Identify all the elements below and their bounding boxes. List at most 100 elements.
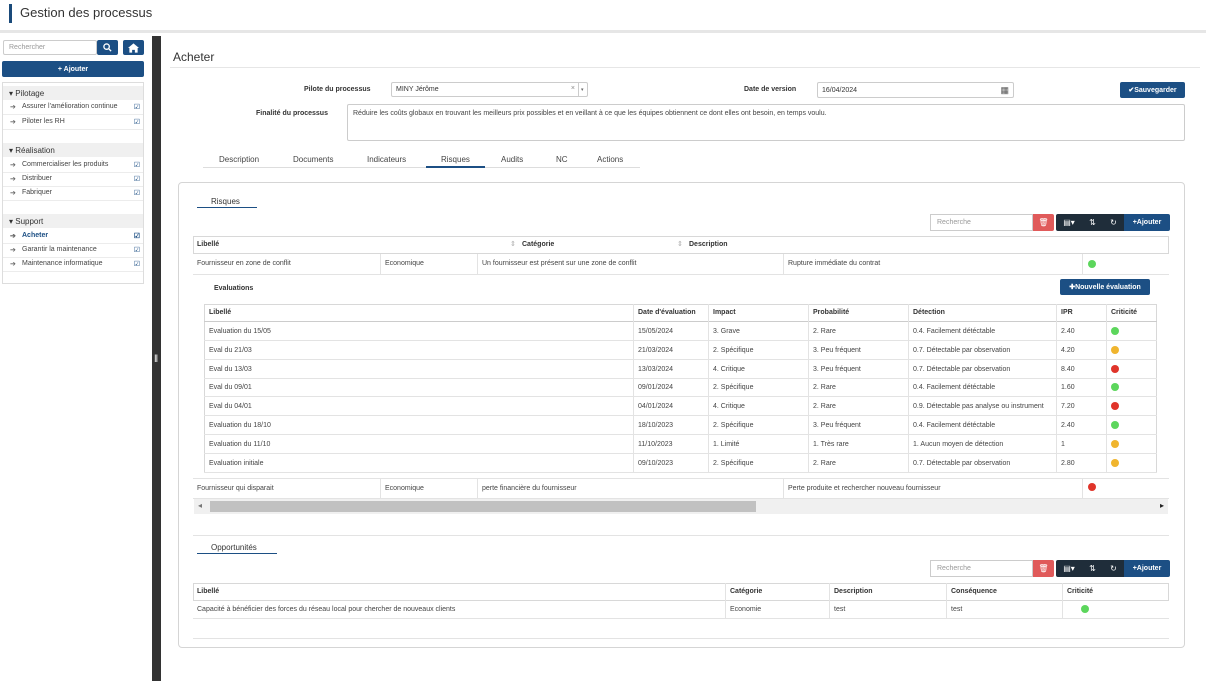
tab-actions[interactable]: Actions (597, 155, 623, 164)
edit-icon[interactable]: ☑ (134, 260, 140, 268)
tab-bar: Description Documents Indicateurs Risque… (203, 151, 640, 168)
col-op-consequence[interactable]: Conséquence (951, 588, 997, 595)
sort-button[interactable]: ⇅ (1082, 560, 1103, 577)
group-realisation[interactable]: ▾ Réalisation (3, 143, 143, 157)
col-description[interactable]: Description (689, 241, 728, 248)
finalite-textarea[interactable]: Réduire les coûts globaux en trouvant le… (347, 104, 1185, 141)
version-label: Date de version (744, 86, 797, 93)
col-op-categorie[interactable]: Catégorie (730, 588, 762, 595)
table-row[interactable] (204, 378, 1157, 398)
ev-libelle: Eval du 09/01 (209, 384, 252, 392)
edit-icon[interactable]: ☑ (134, 103, 140, 111)
table-row[interactable] (193, 479, 1169, 499)
sort-icon: ⇅ (1089, 564, 1096, 573)
chevron-down-icon[interactable]: ▾ (578, 83, 587, 96)
edit-icon[interactable]: ☑ (134, 175, 140, 183)
column-divider (908, 304, 909, 473)
ev-date: 21/03/2024 (638, 346, 674, 354)
save-button[interactable]: ✔ Sauvegarder (1120, 82, 1185, 98)
sidebar-item-fabriquer[interactable]: ➔ Fabriquer ☑ (3, 187, 143, 201)
horizontal-scrollbar[interactable]: ◂ ▸ (194, 499, 1168, 514)
scroll-left-icon[interactable]: ◂ (198, 501, 202, 510)
columns-button[interactable]: ▤▾ (1056, 214, 1082, 231)
col-op-description[interactable]: Description (834, 588, 873, 595)
refresh-button[interactable]: ↻ (1103, 560, 1124, 577)
ev-probabilite: 2. Rare (813, 403, 836, 411)
col-ev-impact[interactable]: Impact (713, 309, 736, 316)
group-pilotage[interactable]: ▾ Pilotage (3, 86, 143, 100)
sidebar-item-piloter-rh[interactable]: ➔ Piloter les RH ☑ (3, 116, 143, 130)
calendar-icon[interactable]: ▦ (1000, 85, 1009, 96)
clear-search-button[interactable]: 🗑 (1033, 214, 1054, 231)
sidebar-item-commercialiser[interactable]: ➔ Commercialiser les produits ☑ (3, 159, 143, 173)
columns-button[interactable]: ▤▾ (1056, 560, 1082, 577)
sidebar-item-acheter[interactable]: ➔ Acheter ☑ (3, 230, 143, 244)
edit-icon[interactable]: ☑ (134, 246, 140, 254)
sidebar-item-maintenance[interactable]: ➔ Garantir la maintenance ☑ (3, 244, 143, 258)
sidebar-search-input[interactable]: Rechercher (3, 40, 97, 55)
edit-icon[interactable]: ☑ (134, 189, 140, 197)
cell-divider (783, 479, 784, 499)
scroll-right-icon[interactable]: ▸ (1160, 501, 1164, 510)
sort-button[interactable]: ⇅ (1082, 214, 1103, 231)
new-evaluation-button[interactable]: ✚ Nouvelle évaluation (1060, 279, 1150, 295)
finalite-label: Finalité du processus (256, 110, 328, 117)
sidebar-add-button[interactable]: + Ajouter (2, 61, 144, 77)
col-op-libelle[interactable]: Libellé (197, 588, 219, 595)
section-underline (197, 553, 277, 554)
risques-add-button[interactable]: + Ajouter (1124, 214, 1170, 231)
search-button[interactable] (97, 40, 118, 55)
tab-audits[interactable]: Audits (501, 155, 523, 164)
home-button[interactable] (123, 40, 144, 55)
table-row[interactable] (193, 254, 1169, 275)
ev-impact: 2. Spécifique (713, 384, 754, 392)
ev-impact: 2. Spécifique (713, 459, 754, 467)
tab-risques[interactable]: Risques (426, 155, 485, 168)
col-ev-detection[interactable]: Détection (913, 309, 945, 316)
clear-icon[interactable]: × (571, 85, 575, 92)
edit-icon[interactable]: ☑ (134, 161, 140, 169)
col-ev-probabilite[interactable]: Probabilité (813, 309, 849, 316)
tab-indicateurs[interactable]: Indicateurs (367, 155, 406, 164)
sort-icon[interactable]: ⇕ (510, 240, 516, 248)
tab-description[interactable]: Description (219, 155, 259, 164)
group-support[interactable]: ▾ Support (3, 214, 143, 228)
table-row[interactable] (204, 435, 1157, 454)
opportunites-search-input[interactable]: Recherche (930, 560, 1033, 577)
ev-date: 09/01/2024 (638, 384, 674, 392)
sidebar-item-maint-info[interactable]: ➔ Maintenance informatique ☑ (3, 258, 143, 272)
section-underline (197, 207, 257, 208)
risques-search-input[interactable]: Recherche (930, 214, 1033, 231)
edit-icon[interactable]: ☑ (134, 118, 140, 126)
col-ev-criticite[interactable]: Criticité (1111, 309, 1137, 316)
ev-impact: 4. Critique (713, 403, 745, 411)
col-ev-libelle[interactable]: Libellé (209, 309, 231, 316)
col-libelle[interactable]: Libellé (197, 241, 219, 248)
table-row[interactable] (204, 454, 1157, 473)
col-ev-date[interactable]: Date d'évaluation (638, 309, 696, 316)
sidebar-item-ameliorer[interactable]: ➔ Assurer l'amélioration continue ☑ (3, 101, 143, 115)
table-row[interactable] (204, 360, 1157, 379)
pilot-select[interactable]: MINY Jérôme × ▾ (391, 82, 588, 97)
tab-nc[interactable]: NC (556, 155, 568, 164)
version-date-input[interactable]: 16/04/2024 ▦ (817, 82, 1014, 98)
table-row[interactable] (204, 341, 1157, 360)
col-ev-ipr[interactable]: IPR (1061, 309, 1073, 316)
edit-icon[interactable]: ☑ (134, 232, 140, 240)
table-row[interactable] (204, 416, 1157, 435)
sidebar-resize-handle[interactable]: ‖ (152, 36, 161, 681)
tab-documents[interactable]: Documents (293, 155, 333, 164)
cell-divider (380, 254, 381, 275)
scrollbar-thumb[interactable] (210, 501, 756, 512)
col-op-criticite[interactable]: Criticité (1067, 588, 1093, 595)
col-categorie[interactable]: Catégorie (522, 241, 554, 248)
ev-ipr: 2.80 (1061, 459, 1075, 467)
opportunites-add-button[interactable]: + Ajouter (1124, 560, 1170, 577)
refresh-button[interactable]: ↻ (1103, 214, 1124, 231)
criticite-dot (1111, 364, 1119, 373)
sort-icon[interactable]: ⇕ (677, 240, 683, 248)
sidebar-item-distribuer[interactable]: ➔ Distribuer ☑ (3, 173, 143, 187)
clear-search-button[interactable]: 🗑 (1033, 560, 1054, 577)
criticite-dot (1111, 327, 1119, 335)
table-row[interactable] (204, 322, 1157, 341)
